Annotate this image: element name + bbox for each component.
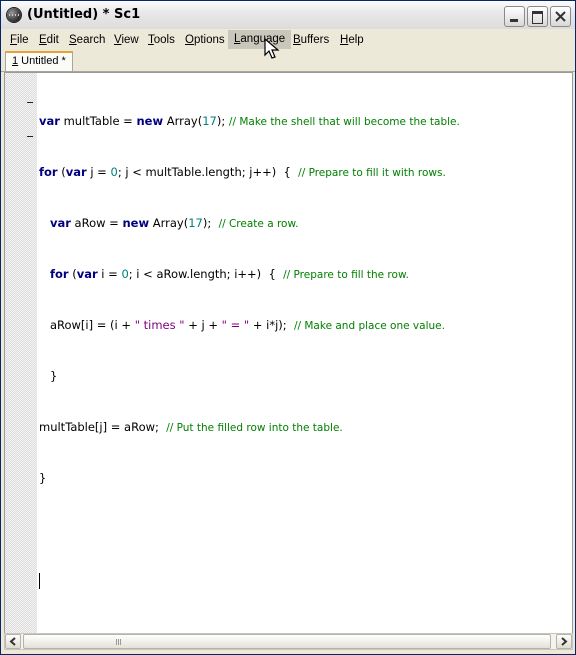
grip-icon [116,639,122,645]
code-line: for (var i = 0; i < aRow.length; i++) { … [49,267,409,281]
scroll-left-button[interactable] [5,634,21,649]
arrow-left-icon [9,637,16,646]
code-editor[interactable]: var multTable = new Array(17); // Make t… [4,72,573,634]
menu-options[interactable]: Options [184,32,226,48]
menu-view[interactable]: View [113,32,140,48]
menu-file[interactable]: File [9,32,30,48]
menu-buffers[interactable]: Buffers [292,32,330,48]
code-line: for (var j = 0; j < multTable.length; j+… [39,165,446,179]
menu-search[interactable]: Search [68,32,106,48]
maximize-button[interactable] [527,6,548,27]
editor-window: (Untitled) * Sc1 File Edit Search View T… [0,0,576,655]
buffer-tab-bar: 1 Untitled * [1,49,575,72]
code-line: multTable[j] = aRow; // Put the filled r… [39,420,343,434]
code-line: aRow[i] = (i + " times " + j + " = " + i… [49,318,445,332]
text-caret [39,572,40,589]
tab-untitled[interactable]: 1 Untitled * [5,51,73,71]
close-button[interactable] [550,6,571,27]
close-icon [555,11,566,22]
window-title: (Untitled) * Sc1 [27,7,141,22]
menu-help[interactable]: Help [339,32,365,48]
horizontal-scrollbar[interactable] [4,633,573,650]
fold-marker-icon[interactable] [27,136,33,137]
title-bar[interactable]: (Untitled) * Sc1 [1,1,575,30]
scroll-right-button[interactable] [556,634,572,649]
menu-edit[interactable]: Edit [38,32,60,48]
minimize-button[interactable] [504,6,525,27]
mouse-pointer-icon [264,38,280,59]
code-line: var multTable = new Array(17); // Make t… [39,114,460,128]
code-line: } [39,471,47,485]
margin-gutter[interactable] [5,73,37,633]
menu-tools[interactable]: Tools [147,32,176,48]
code-text[interactable]: var multTable = new Array(17); // Make t… [39,79,572,623]
arrow-right-icon [561,637,568,646]
code-line: } [49,369,58,383]
menu-language[interactable]: Language [228,30,292,49]
scrollbar-thumb[interactable] [23,634,551,649]
menu-bar: File Edit Search View Tools Options Lang… [1,29,575,50]
code-line: var aRow = new Array(17); // Create a ro… [49,216,299,230]
app-icon[interactable] [7,8,21,22]
fold-marker-icon[interactable] [27,102,33,103]
code-line [39,572,572,589]
